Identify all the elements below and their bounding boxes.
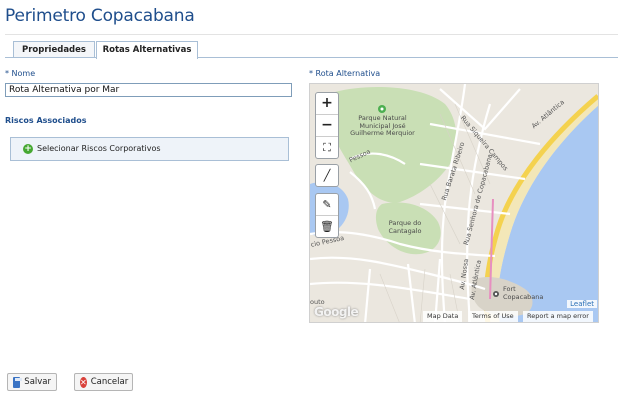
leaflet-link[interactable]: Leaflet xyxy=(567,300,597,308)
park-label-2: Parque do Cantagalo xyxy=(388,219,422,235)
tab-propriedades[interactable]: Propriedades xyxy=(13,41,95,58)
park-label-1: Parque Natural Municipal José Guilherme … xyxy=(350,114,415,137)
select-risks-button[interactable]: + Selecionar Riscos Corporativos xyxy=(23,143,161,155)
tab-rotas-alternativas[interactable]: Rotas Alternativas xyxy=(96,41,198,59)
edit-controls: ✎ 🗑 xyxy=(315,193,339,238)
risks-label: Riscos Associados xyxy=(5,116,87,125)
edit-layers-button[interactable]: ✎ xyxy=(316,194,338,216)
save-button[interactable]: Salvar xyxy=(7,373,57,391)
draw-line-button[interactable]: ╱ xyxy=(316,165,338,186)
name-input[interactable] xyxy=(5,83,292,97)
cancel-button[interactable]: ✕ Cancelar xyxy=(74,373,133,391)
fort-label: Fort Copacabana xyxy=(503,285,544,301)
report-error-link[interactable]: Report a map error xyxy=(523,311,593,322)
name-label: * Nome xyxy=(5,69,36,78)
cancel-button-label: Cancelar xyxy=(90,377,129,387)
google-logo: Google xyxy=(314,305,359,319)
fit-bounds-button[interactable]: ⛶ xyxy=(316,137,338,158)
map-data-link[interactable]: Map Data xyxy=(423,311,463,322)
add-circle-icon: + xyxy=(23,144,33,154)
title-divider xyxy=(5,34,618,35)
draw-controls: ╱ xyxy=(315,164,339,187)
cancel-circle-icon: ✕ xyxy=(80,376,87,388)
risks-panel: + Selecionar Riscos Corporativos xyxy=(10,137,289,161)
terms-link[interactable]: Terms of Use xyxy=(468,311,518,322)
page-title: Perimetro Copacabana xyxy=(5,6,195,26)
zoom-in-button[interactable]: + xyxy=(316,93,338,115)
route-label: * Rota Alternativa xyxy=(309,69,381,78)
delete-layers-button[interactable]: 🗑 xyxy=(316,216,338,237)
floppy-disk-icon xyxy=(13,376,23,388)
zoom-out-button[interactable]: − xyxy=(316,115,338,137)
select-risks-label: Selecionar Riscos Corporativos xyxy=(37,144,161,153)
zoom-controls: + − ⛶ xyxy=(315,92,339,159)
save-button-label: Salvar xyxy=(24,377,51,387)
route-map[interactable]: Parque Natural Municipal José Guilherme … xyxy=(309,83,599,323)
